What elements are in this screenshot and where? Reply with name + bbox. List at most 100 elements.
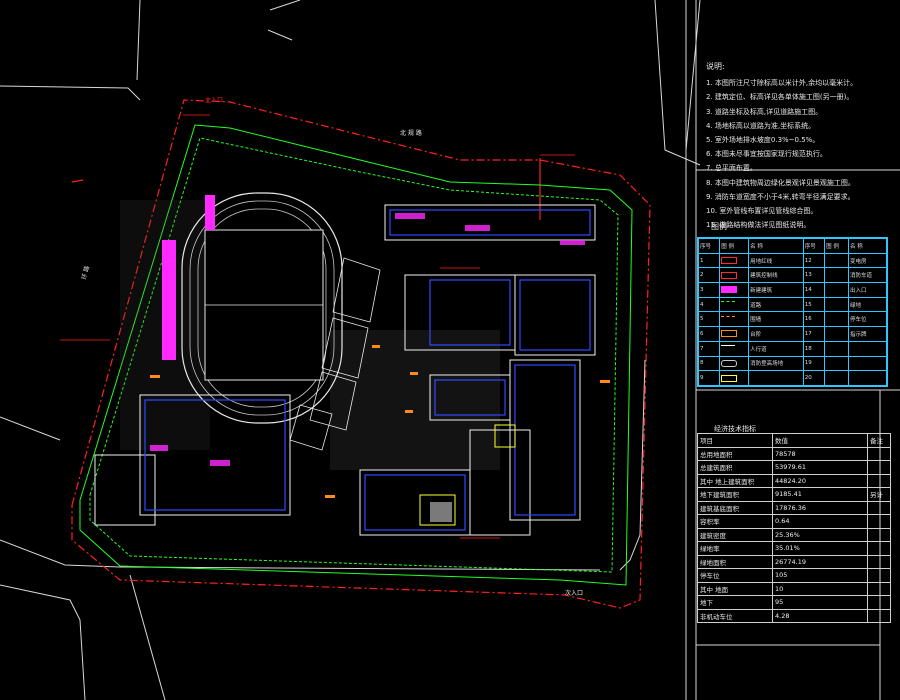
legend-cell: 12 [802,252,826,269]
legend-header: 名 称 [847,238,888,254]
note-item: 11. 道路结构做法详见图纸说明。 [706,221,811,230]
legend-cell [748,370,804,386]
legend-symbol [824,326,849,342]
legend-symbol [824,370,849,386]
note-item: 6. 本图未尽事宜按国家现行规范执行。 [706,150,827,159]
legend-cell: 19 [802,355,826,372]
legend-row: 5 围墙 16 停车位 [697,311,888,328]
econ-remark: 另计 [867,487,891,502]
legend-symbol [719,296,750,313]
legend-row: 3 新建建筑 14 出入口 [697,282,888,298]
econ-label: 容积率 [697,514,773,529]
legend-cell: 13 [802,267,826,284]
legend-symbol [719,311,750,328]
econ-row: 建筑密度 25.36% [697,527,891,542]
econ-label: 地下建筑面积 [697,487,773,502]
econ-row: 停车位 105 [697,568,891,583]
econ-label: 绿地面积 [697,554,773,569]
legend-cell: 指示牌 [847,326,888,342]
legend-cell: 1 [697,252,721,269]
note-item: 8. 本图中建筑物周边绿化景观详见景观施工图。 [706,178,855,187]
econ-label: 绿地率 [697,541,773,556]
econ-label: 总建筑面积 [697,460,773,475]
legend-cell: 9 [697,370,721,386]
legend-cell [847,340,888,357]
econ-value: 26774.19 [772,554,868,569]
econ-value: 44824.20 [772,473,868,488]
legend-row: 2 建筑控制线 13 消防车道 [697,267,888,284]
legend-row: 7 人行道 18 [697,340,888,357]
legend-title: 图例 [711,222,727,231]
legend-cell: 变电房 [847,252,888,269]
legend-cell: 3 [697,282,721,298]
econ-value: 9185.41 [772,487,868,502]
legend-cell: 18 [802,340,826,357]
econ-row: 容积率 0.64 [697,514,891,529]
legend-row: 8 消防登高场地 19 [697,355,888,372]
note-item: 10. 室外管线布置详见管线综合图。 [706,207,818,216]
econ-label: 建筑基底面积 [697,500,773,515]
econ-row: 总建筑面积 53979.61 [697,460,891,475]
gate-label-bottom: 次入口 [565,590,584,597]
note-item: 7. 总平面布置。 [706,164,757,173]
econ-label: 非机动车位 [697,608,773,623]
econ-value: 25.36% [772,527,868,542]
note-item: 5. 室外场地排水坡度0.3%~0.5%。 [706,136,820,145]
legend-symbol [719,282,750,298]
legend-header: 图 例 [719,238,750,254]
econ-row: 地下建筑面积 9185.41 另计 [697,487,891,502]
econ-label: 其中 地面 [697,581,773,596]
note-item: 1. 本图所注尺寸除标高以米计外,余均以毫米计。 [706,79,858,88]
econ-remark [867,514,891,529]
gate-label-top: 主入口 [205,97,224,104]
legend-header: 序号 [697,238,721,254]
econ-row: 总用地面积 78578 [697,446,891,461]
note-item: 2. 建筑定位、标高详见各单体施工图(另一册)。 [706,93,854,102]
econ-header: 备注 [867,433,891,448]
legend-header: 序号 [802,238,826,254]
legend-cell: 新建建筑 [748,282,804,298]
legend-cell: 人行道 [748,340,804,357]
legend-cell: 2 [697,267,721,284]
econ-remark [867,500,891,515]
legend-symbol [719,355,750,372]
legend-cell: 停车位 [847,311,888,328]
legend-cell: 用地红线 [748,252,804,269]
legend-cell: 建筑控制线 [748,267,804,284]
design-notes: 说明: 1. 本图所注尺寸除标高以米计外,余均以毫米计。 2. 建筑定位、标高详… [706,60,891,232]
econ-row: 非机动车位 4.28 [697,608,891,623]
legend-cell: 8 [697,355,721,372]
econ-remark [867,541,891,556]
econ-header: 项目 [697,433,773,448]
legend-symbol [824,267,849,284]
legend-row: 4 道路 15 绿地 [697,296,888,313]
econ-remark [867,581,891,596]
econ-remark [867,608,891,623]
legend-cell: 道路 [748,296,804,313]
econ-remark [867,554,891,569]
econ-remark [867,473,891,488]
econ-row: 其中 地上建筑面积 44824.20 [697,473,891,488]
legend-symbol [824,296,849,313]
econ-value: 105 [772,568,868,583]
building-grey [430,502,452,522]
legend-symbol [824,311,849,328]
legend-cell [847,370,888,386]
legend-symbol [824,355,849,372]
legend-row: 1 用地红线 12 变电房 [697,252,888,269]
legend-cell: 台阶 [748,326,804,342]
econ-value: 17876.36 [772,500,868,515]
econ-value: 4.28 [772,608,868,623]
road-label-top: 北 规 路 [400,130,422,137]
legend-cell: 7 [697,340,721,357]
note-item: 3. 道路坐标及标高,详见道路施工图。 [706,107,823,116]
legend-cell: 消防车道 [847,267,888,284]
econ-remark [867,460,891,475]
legend-cell [847,355,888,372]
legend-symbol [824,340,849,357]
econ-value: 35.01% [772,541,868,556]
econ-table: 项目 数值 备注 总用地面积 78578 总建筑面积 53979.61 其中 地上建… [697,433,891,623]
econ-header-row: 项目 数值 备注 [697,433,891,448]
legend-table: 序号 图 例 名 称 序号 图 例 名 称 1 用地红线 12 变电房 2 建筑控制线 1… [697,237,888,387]
legend-cell: 4 [697,296,721,313]
